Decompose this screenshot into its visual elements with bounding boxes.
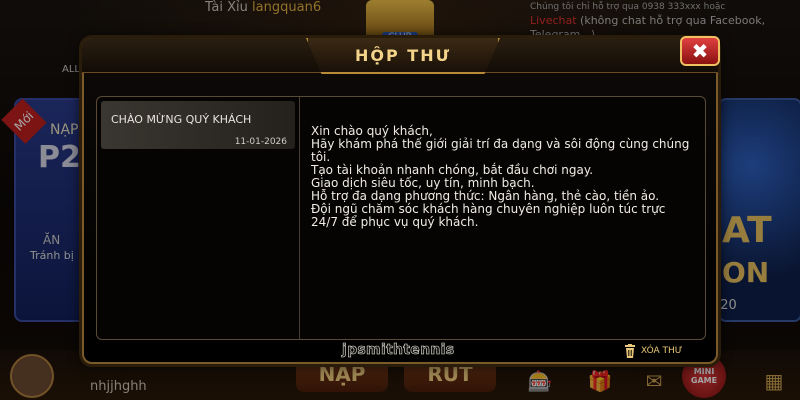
message-list: CHÀO MỪNG QUÝ KHÁCH 11-01-2026 (97, 97, 300, 339)
message-title: CHÀO MỪNG QUÝ KHÁCH (111, 113, 252, 126)
mailbox-panel: CHÀO MỪNG QUÝ KHÁCH 11-01-2026 Xin chào … (96, 96, 706, 340)
trash-icon (625, 344, 635, 358)
body-line: Đội ngũ chăm sóc khách hàng chuyên nghiệ… (311, 202, 666, 229)
title-plate: HỘP THƯ (306, 38, 500, 74)
watermark-text: jpsmithtennis (342, 342, 455, 359)
delete-mail-button[interactable]: XÓA THƯ (624, 344, 683, 358)
modal-title: HỘP THƯ (355, 45, 451, 65)
mailbox-modal: HỘP THƯ ✖ CHÀO MỪNG QUÝ KHÁCH 11-01-2026… (82, 36, 720, 364)
body-line: Hãy khám phá thế giới giải trí đa dạng v… (311, 137, 690, 164)
delete-label: XÓA THƯ (641, 346, 683, 356)
message-date: 11-01-2026 (234, 137, 287, 147)
list-item[interactable]: CHÀO MỪNG QUÝ KHÁCH 11-01-2026 (101, 101, 295, 149)
close-icon: ✖ (691, 39, 709, 63)
close-button[interactable]: ✖ (680, 36, 720, 66)
message-body: Xin chào quý khách, Hãy khám phá thế giớ… (311, 125, 691, 229)
